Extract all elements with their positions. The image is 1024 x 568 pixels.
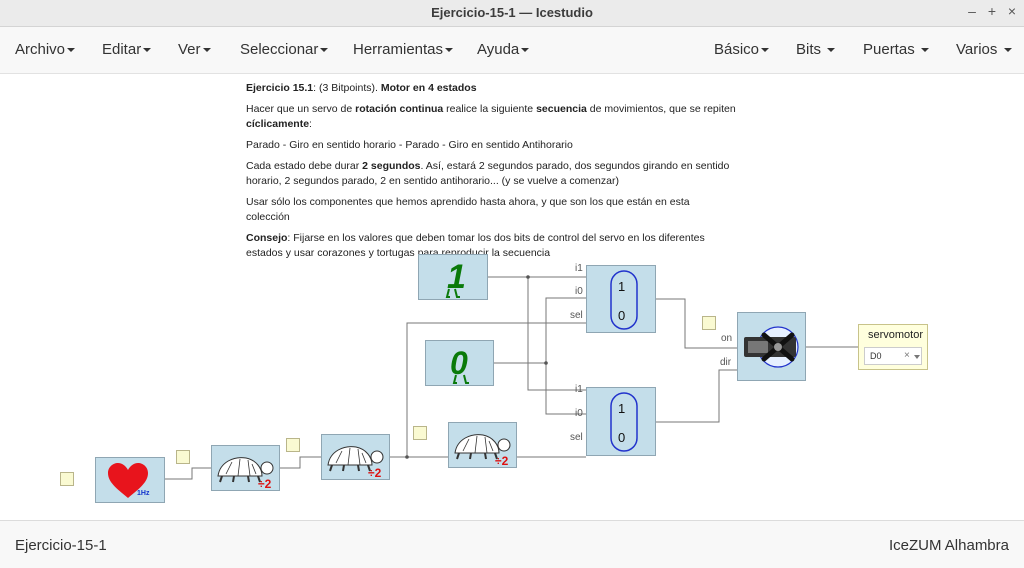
chevron-down-icon [202, 48, 211, 53]
design-canvas[interactable]: Ejercicio 15.1: (3 Bitpoints). Motor en … [0, 74, 1024, 520]
mux-top-sel-label: sel [570, 310, 583, 321]
constant-one-block[interactable]: 1 [418, 254, 488, 300]
mux-bottom-in1: 1 [618, 401, 625, 416]
close-button[interactable]: × [1003, 3, 1021, 19]
heart-frequency: 1Hz [137, 490, 150, 497]
chevron-down-icon [920, 48, 929, 53]
menu-herramientas[interactable]: Herramientas [353, 41, 454, 58]
clear-icon[interactable]: × [904, 350, 910, 361]
servo-checkbox[interactable] [702, 316, 716, 330]
turtle-icon: ÷2 [217, 457, 274, 490]
mux-bottom-i1-label: i1 [575, 384, 583, 395]
menu-label: Editar [102, 41, 142, 58]
divide-label: ÷2 [258, 477, 272, 490]
menu-ver[interactable]: Ver [178, 41, 211, 58]
menu-label: Seleccionar [240, 41, 319, 58]
chevron-down-icon [445, 48, 454, 53]
mux-top-in0: 0 [618, 308, 625, 323]
divide-label: ÷2 [495, 454, 509, 467]
turtle-icon: ÷2 [454, 434, 511, 467]
title-bar: Ejercicio-15-1 — Icestudio – + × [0, 0, 1024, 27]
menu-label: Puertas [863, 41, 915, 58]
chevron-down-icon [761, 48, 770, 53]
menu-varios[interactable]: Varios [956, 41, 1012, 58]
chevron-down-icon [320, 48, 329, 53]
divider-turtle-2[interactable]: ÷2 [321, 434, 390, 480]
menu-label: Archivo [15, 41, 66, 58]
menu-label: Herramientas [353, 41, 444, 58]
divider-turtle-3[interactable]: ÷2 [448, 422, 517, 468]
menu-ayuda[interactable]: Ayuda [477, 41, 530, 58]
chevron-down-icon [827, 48, 836, 53]
menu-puertas[interactable]: Puertas [863, 41, 929, 58]
chevron-down-icon[interactable] [914, 355, 920, 359]
mux-top-i1-label: i1 [575, 263, 583, 274]
constant-one-value: 1 [447, 258, 466, 296]
menu-bits[interactable]: Bits [796, 41, 836, 58]
menu-label: Ver [178, 41, 201, 58]
mux-bottom-block[interactable]: 1 0 [586, 387, 656, 456]
minimize-button[interactable]: – [963, 3, 981, 19]
servo-icon [744, 326, 799, 368]
turtle-icon: ÷2 [327, 446, 384, 479]
pin-select[interactable]: D0 × [864, 347, 922, 365]
menu-bar: Archivo Editar Ver Seleccionar Herramien… [0, 27, 1024, 74]
chevron-down-icon [143, 48, 152, 53]
menu-editar[interactable]: Editar [102, 41, 152, 58]
servo-dir-label: dir [720, 357, 732, 368]
status-bar: Ejercicio-15-1 IceZUM Alhambra [0, 520, 1024, 568]
servo-block[interactable] [737, 312, 806, 381]
chevron-down-icon [67, 48, 76, 53]
heart-clock-block[interactable]: 1Hz [95, 457, 165, 503]
ninja-zero-icon: 0 [450, 345, 469, 384]
heart-icon: 1Hz [108, 463, 150, 498]
status-project-name: Ejercicio-15-1 [15, 537, 107, 554]
turtle1-checkbox[interactable] [176, 450, 190, 464]
menu-label: Bits [796, 41, 822, 58]
ninja-one-icon: 1 [445, 258, 466, 298]
mux-bottom-sel-label: sel [570, 432, 583, 443]
turtle3-checkbox[interactable] [413, 426, 427, 440]
servomotor-output-block[interactable]: servomotor D0 × [858, 324, 928, 370]
menu-label: Ayuda [477, 41, 520, 58]
heart-checkbox[interactable] [60, 472, 74, 486]
status-board-name[interactable]: IceZUM Alhambra [889, 537, 1009, 554]
servomotor-label: servomotor [868, 329, 924, 341]
servo-on-label: on [721, 333, 733, 344]
mux-top-i0-label: i0 [575, 286, 583, 297]
menu-archivo[interactable]: Archivo [15, 41, 76, 58]
mux-symbol-icon: 1 0 [610, 392, 638, 452]
chevron-down-icon [1003, 48, 1012, 53]
mux-symbol-icon: 1 0 [610, 270, 638, 330]
menu-label: Básico [714, 41, 760, 58]
window-title: Ejercicio-15-1 — Icestudio [431, 5, 593, 20]
menu-basico[interactable]: Básico [714, 41, 770, 58]
pin-select-value: D0 [870, 351, 882, 361]
mux-top-block[interactable]: 1 0 [586, 265, 656, 333]
constant-zero-value: 0 [450, 345, 468, 381]
menu-seleccionar[interactable]: Seleccionar [240, 41, 329, 58]
constant-zero-block[interactable]: 0 [425, 340, 494, 386]
mux-bottom-i0-label: i0 [575, 408, 583, 419]
divide-label: ÷2 [368, 466, 382, 479]
turtle2-checkbox[interactable] [286, 438, 300, 452]
menu-label: Varios [956, 41, 998, 58]
maximize-button[interactable]: + [983, 3, 1001, 19]
divider-turtle-1[interactable]: ÷2 [211, 445, 280, 491]
mux-bottom-in0: 0 [618, 430, 625, 445]
mux-top-in1: 1 [618, 279, 625, 294]
chevron-down-icon [521, 48, 530, 53]
